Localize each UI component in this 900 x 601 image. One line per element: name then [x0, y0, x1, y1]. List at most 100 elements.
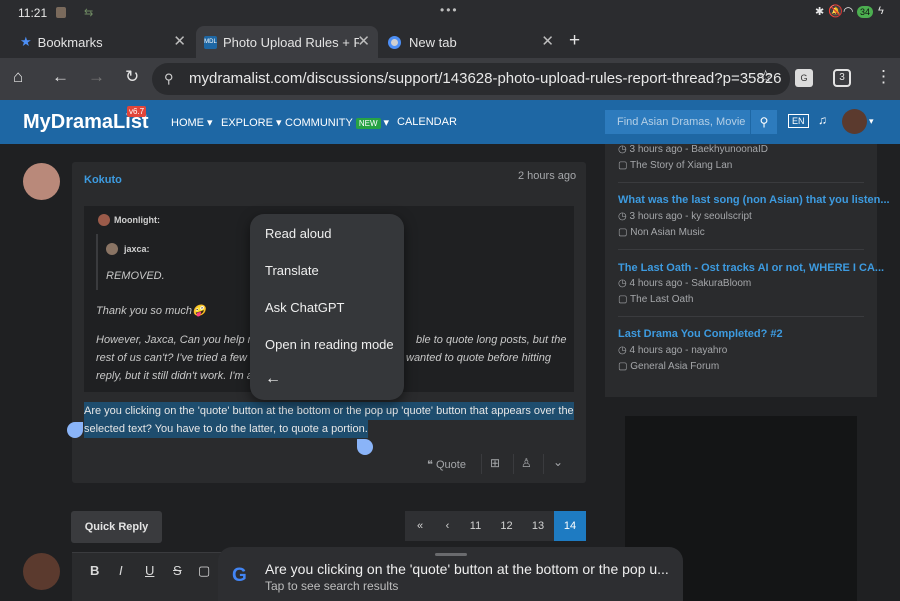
new-badge: NEW — [355, 118, 381, 129]
chevron-down-icon[interactable]: ▾ — [869, 116, 874, 127]
charging-icon: ϟ — [878, 5, 884, 17]
forum-text: General Asia Forum — [630, 361, 720, 372]
page-11[interactable]: 11 — [460, 511, 491, 541]
tab-bookmarks[interactable]: ★ Bookmarks ✕ — [12, 26, 194, 58]
divider — [618, 182, 864, 183]
quote-line: reply, but it still didn't work. I'm a b… — [96, 370, 265, 382]
comment-author[interactable]: Kokuto — [84, 174, 122, 186]
user-icon[interactable]: ♙ — [521, 456, 532, 470]
nested-quote-author: jaxca: — [124, 244, 150, 254]
back-icon[interactable]: ← — [52, 67, 69, 87]
meta-text: 3 hours ago - BaekhyunoonaID — [629, 144, 768, 155]
version-badge: v6.7 — [127, 106, 147, 117]
chrome-icon — [388, 35, 401, 49]
italic-button[interactable]: I — [119, 563, 123, 578]
selected-line: Are you clicking on the 'quote' button a… — [84, 402, 574, 420]
google-search-sheet[interactable]: G Are you clicking on the 'quote' button… — [218, 547, 683, 601]
translate-icon[interactable]: G — [795, 69, 813, 87]
site-settings-icon[interactable]: ⚲ — [164, 63, 174, 95]
page-12[interactable]: 12 — [491, 511, 522, 541]
browser-toolbar: ⌂ ← → ↻ ⚲ mydramalist.com/discussions/su… — [0, 58, 900, 100]
author-avatar[interactable] — [23, 163, 60, 200]
reload-icon[interactable]: ↻ — [125, 67, 139, 87]
site-search-input[interactable]: Find Asian Dramas, Movie — [605, 110, 750, 134]
first-page-icon[interactable]: « — [405, 511, 435, 541]
quote-line: ble to quote long posts, but the — [416, 334, 567, 346]
bluetooth-icon: ✱ — [815, 6, 825, 18]
nav-community[interactable]: COMMUNITY NEW ▾ — [285, 116, 389, 129]
thread-forum[interactable]: ▢ The Story of Xiang Lan — [618, 160, 732, 171]
thread-forum[interactable]: ▢ General Asia Forum — [618, 361, 719, 372]
tab-count[interactable]: 3 — [833, 69, 851, 87]
quote-line: Thank you so much🤪 — [96, 305, 206, 317]
bold-button[interactable]: B — [90, 563, 99, 578]
bookmark-star-icon[interactable]: ☆ — [758, 67, 773, 87]
nav-home-label: HOME — [171, 117, 204, 129]
nav-home[interactable]: HOME ▾ — [171, 116, 213, 129]
quote-icon: ❝ — [427, 459, 433, 471]
close-icon[interactable]: ✕ — [541, 32, 554, 50]
user-avatar[interactable] — [842, 109, 867, 134]
selection-handle-start[interactable] — [67, 422, 83, 438]
wifi-icon: ◠ — [843, 4, 854, 18]
divider — [513, 454, 514, 474]
google-g-icon: G — [232, 565, 247, 586]
divider — [618, 316, 864, 317]
forum-text: The Story of Xiang Lan — [630, 160, 733, 171]
mdl-favicon-icon: MDL — [204, 35, 217, 49]
nested-quote-avatar — [106, 243, 118, 255]
quote-button-label: Quote — [435, 459, 466, 471]
quick-reply-button[interactable]: Quick Reply — [71, 511, 162, 543]
chevron-down-icon[interactable]: ⌄ — [553, 455, 563, 469]
selection-handle-end[interactable] — [357, 439, 373, 455]
text-selection-menu: Read aloud Translate Ask ChatGPT Open in… — [250, 214, 404, 400]
strikethrough-button[interactable]: S — [173, 563, 182, 578]
nav-explore[interactable]: EXPLORE ▾ — [221, 116, 282, 129]
recent-discussions-panel: ◷ 3 hours ago - BaekhyunoonaID ▢ The Sto… — [605, 144, 890, 397]
box-icon[interactable]: ▢ — [198, 563, 210, 579]
language-button[interactable]: EN — [788, 114, 809, 128]
search-icon[interactable]: ⚲ — [750, 110, 777, 134]
menu-kebab-icon[interactable]: ⋮ — [875, 67, 892, 87]
selected-text[interactable]: Are you clicking on the 'quote' button a… — [84, 402, 574, 438]
menu-translate[interactable]: Translate — [265, 263, 319, 278]
quote-author: Moonlight: — [114, 215, 160, 225]
nav-explore-label: EXPLORE — [221, 117, 273, 129]
divider — [618, 249, 864, 250]
address-bar[interactable]: ⚲ mydramalist.com/discussions/support/14… — [152, 63, 790, 95]
status-bar: 11:21 ⇆ ••• ✱ 🔕 ◠ 34 ϟ — [0, 0, 900, 26]
tab-title: Bookmarks — [37, 34, 103, 50]
tab-new-tab[interactable]: New tab ✕ — [380, 26, 562, 58]
tab-title: Photo Upload Rules + Rep — [223, 34, 359, 50]
underline-button[interactable]: U — [145, 563, 154, 578]
page-13[interactable]: 13 — [522, 511, 554, 541]
battery-icon: 34 — [857, 6, 874, 18]
tab-photo-upload-rules[interactable]: MDL Photo Upload Rules + Rep ✕ — [196, 26, 378, 58]
thread-forum[interactable]: ▢ Non Asian Music — [618, 227, 705, 238]
meta-text: 3 hours ago - ky seoulscript — [629, 211, 752, 222]
comment-time: 2 hours ago — [518, 170, 577, 182]
close-icon[interactable]: ✕ — [173, 32, 186, 50]
thread-meta: ◷ 4 hours ago - nayahro — [618, 345, 728, 356]
quote-button[interactable]: ❝ Quote — [427, 458, 466, 471]
menu-ask-chatgpt[interactable]: Ask ChatGPT — [265, 300, 344, 315]
tab-title: New tab — [409, 34, 457, 50]
nav-calendar[interactable]: CALENDAR — [397, 116, 457, 128]
thread-forum[interactable]: ▢ The Last Oath — [618, 294, 693, 305]
back-arrow-icon[interactable]: ← — [265, 370, 281, 388]
bell-icon[interactable]: ♫ — [818, 113, 827, 127]
prev-page-icon[interactable]: ‹ — [435, 511, 460, 541]
new-tab-plus-icon[interactable]: + — [569, 30, 580, 52]
forward-icon[interactable]: → — [88, 67, 105, 87]
close-icon[interactable]: ✕ — [357, 32, 370, 50]
drag-handle[interactable] — [435, 553, 467, 556]
nav-community-label: COMMUNITY — [285, 117, 353, 129]
thread-title[interactable]: What was the last song (non Asian) that … — [618, 194, 890, 206]
thread-title[interactable]: The Last Oath - Ost tracks AI or not, WH… — [618, 262, 884, 274]
thread-title[interactable]: Last Drama You Completed? #2 — [618, 328, 783, 340]
gift-icon[interactable]: ⊞ — [490, 456, 500, 470]
menu-reading-mode[interactable]: Open in reading mode — [265, 337, 394, 352]
home-icon[interactable]: ⌂ — [13, 67, 23, 87]
menu-read-aloud[interactable]: Read aloud — [265, 226, 332, 241]
page-14[interactable]: 14 — [554, 511, 586, 541]
